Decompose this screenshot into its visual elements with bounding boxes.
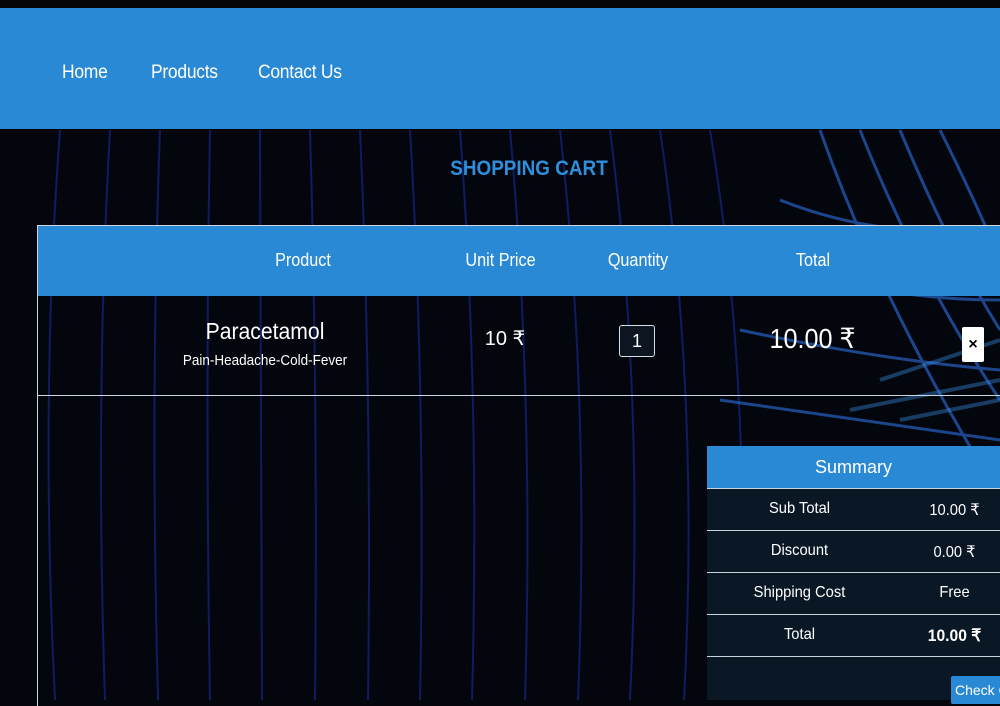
nav-link-products[interactable]: Products: [151, 62, 218, 84]
top-strip: [0, 0, 1000, 8]
summary-row-subtotal: Sub Total 10.00 ₹: [707, 488, 1000, 530]
remove-item-button[interactable]: ×: [962, 327, 984, 362]
column-header-quantity: Quantity: [607, 250, 669, 270]
product-unit-price: 10 ₹: [484, 328, 526, 350]
close-icon: ×: [968, 335, 978, 353]
summary-row-total: Total 10.00 ₹: [707, 614, 1000, 656]
summary-row-discount: Discount 0.00 ₹: [707, 530, 1000, 572]
summary-panel: Summary Sub Total 10.00 ₹ Discount 0.00 …: [707, 446, 1000, 704]
column-header-total: Total: [795, 250, 831, 270]
cart-table-header: Product Unit Price Quantity Total: [38, 226, 1000, 296]
summary-title: Summary: [707, 446, 1000, 488]
column-header-product: Product: [275, 250, 331, 270]
product-description: Pain-Headache-Cold-Fever: [182, 352, 348, 369]
product-name: Paracetamol: [205, 318, 325, 344]
summary-row-shipping: Shipping Cost Free: [707, 572, 1000, 614]
summary-label: Discount: [770, 542, 829, 559]
summary-value: 10.00 ₹: [927, 626, 982, 645]
quantity-input[interactable]: [619, 325, 655, 357]
summary-footer: Check Out: [707, 656, 1000, 704]
summary-value: 10.00 ₹: [929, 502, 980, 519]
navbar: Home Products Contact Us: [0, 8, 1000, 129]
summary-label: Shipping Cost: [753, 584, 846, 601]
nav-link-contact-us[interactable]: Contact Us: [258, 62, 342, 84]
nav-link-home[interactable]: Home: [62, 62, 108, 84]
row-divider: [38, 395, 1000, 396]
column-header-unit-price: Unit Price: [465, 250, 536, 270]
page-title: SHOPPING CART: [450, 157, 608, 180]
product-total: 10.00 ₹: [769, 323, 856, 354]
summary-label: Total: [783, 626, 816, 643]
summary-label: Sub Total: [768, 500, 831, 517]
summary-value: 0.00 ₹: [933, 544, 976, 561]
summary-value: Free: [939, 584, 970, 601]
